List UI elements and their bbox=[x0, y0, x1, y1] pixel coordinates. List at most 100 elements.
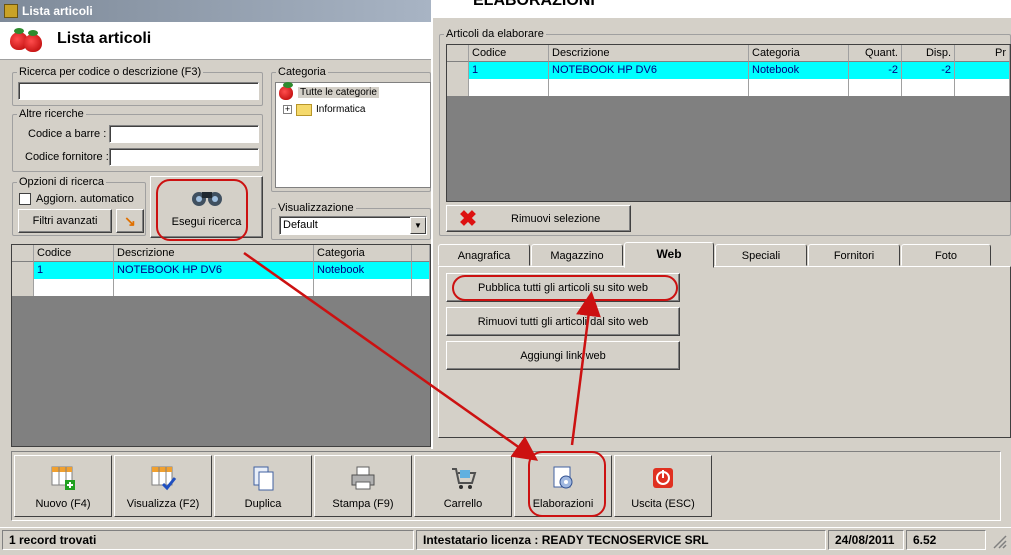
header-band: Lista articoli bbox=[0, 22, 431, 60]
row-indicator bbox=[447, 79, 469, 96]
table-row-empty[interactable] bbox=[447, 79, 1010, 96]
row-indicator bbox=[447, 62, 469, 79]
cell-empty bbox=[114, 279, 314, 296]
cell-category: Notebook bbox=[749, 62, 849, 79]
remove-selection-button[interactable]: ✖ Rimuovi selezione bbox=[446, 205, 631, 232]
cell-empty bbox=[314, 279, 412, 296]
column-header-filler bbox=[412, 245, 430, 262]
tab-web[interactable]: Web bbox=[624, 242, 714, 268]
duplicate-button-label: Duplica bbox=[244, 498, 282, 510]
cell-availability: -2 bbox=[902, 62, 955, 79]
expand-icon[interactable]: + bbox=[283, 105, 292, 114]
page-title: Lista articoli bbox=[57, 30, 152, 47]
cell-code: 1 bbox=[469, 62, 549, 79]
tab-fornitori[interactable]: Fornitori bbox=[808, 244, 900, 266]
column-header-category[interactable]: Categoria bbox=[314, 245, 412, 262]
annotation-circle bbox=[452, 275, 678, 301]
tree-item-informatica[interactable]: Informatica bbox=[316, 104, 365, 115]
column-header-description[interactable]: Descrizione bbox=[549, 45, 749, 62]
view-select[interactable]: Default ▼ bbox=[279, 216, 427, 235]
cart-button[interactable]: Carrello bbox=[414, 455, 512, 517]
cell-filler bbox=[412, 279, 430, 296]
table-row[interactable]: 1 NOTEBOOK HP DV6 Notebook -2 -2 bbox=[447, 62, 1010, 79]
row-indicator-header bbox=[447, 45, 469, 62]
column-header-code[interactable]: Codice bbox=[34, 245, 114, 262]
row-indicator bbox=[12, 262, 34, 279]
resize-grip-icon[interactable] bbox=[990, 532, 1008, 550]
elaborazioni-title: ELABORAZIONI bbox=[473, 0, 595, 9]
shopping-cart-icon bbox=[452, 468, 477, 489]
record-count: 1 record trovati bbox=[2, 530, 414, 550]
cell-empty bbox=[469, 79, 549, 96]
table-row[interactable]: 1 NOTEBOOK HP DV6 Notebook bbox=[12, 262, 430, 279]
table-header: Codice Descrizione Categoria bbox=[12, 245, 430, 262]
filter-arrow-button[interactable]: ↘ bbox=[116, 209, 144, 233]
status-date: 24/08/2011 bbox=[828, 530, 904, 550]
chevron-down-icon[interactable]: ▼ bbox=[410, 217, 426, 234]
cell-code: 1 bbox=[34, 262, 114, 279]
articles-to-process-label: Articoli da elaborare bbox=[446, 28, 544, 40]
printer-icon bbox=[351, 466, 375, 490]
cell-filler bbox=[412, 262, 430, 279]
cell-empty bbox=[955, 79, 1010, 96]
table-row-empty[interactable] bbox=[12, 279, 430, 296]
row-indicator bbox=[12, 279, 34, 296]
view-grid-icon bbox=[151, 466, 177, 491]
view-button-label: Visualizza (F2) bbox=[126, 498, 200, 510]
barcode-label: Codice a barre : bbox=[28, 128, 107, 140]
supplier-code-input[interactable] bbox=[109, 148, 259, 166]
column-header-description[interactable]: Descrizione bbox=[114, 245, 314, 262]
column-header-price[interactable]: Pr bbox=[955, 45, 1010, 62]
add-web-link-button[interactable]: Aggiungi link web bbox=[446, 341, 680, 370]
orange-arrow-icon: ↘ bbox=[124, 212, 136, 229]
cart-button-label: Carrello bbox=[443, 498, 483, 510]
annotation-circle bbox=[528, 451, 606, 517]
cell-empty bbox=[902, 79, 955, 96]
remove-all-web-button[interactable]: Rimuovi tutti gli articoli dal sito web bbox=[446, 307, 680, 336]
table-header: Codice Descrizione Categoria Quant. Disp… bbox=[447, 45, 1010, 62]
auto-update-checkbox[interactable] bbox=[19, 193, 31, 205]
new-grid-icon bbox=[51, 466, 75, 490]
window-titlebar[interactable]: Lista articoli bbox=[0, 0, 431, 22]
strawberry-icon bbox=[24, 30, 42, 52]
category-label: Categoria bbox=[278, 66, 326, 78]
articles-table[interactable]: Codice Descrizione Categoria 1 NOTEBOOK … bbox=[11, 244, 431, 447]
search-options-label: Opzioni di ricerca bbox=[19, 176, 104, 188]
tab-foto[interactable]: Foto bbox=[901, 244, 991, 266]
tree-item-all-categories[interactable]: Tutte le categorie bbox=[298, 87, 379, 98]
new-button[interactable]: Nuovo (F4) bbox=[14, 455, 112, 517]
row-indicator-header bbox=[12, 245, 34, 262]
cell-empty bbox=[749, 79, 849, 96]
column-header-category[interactable]: Categoria bbox=[749, 45, 849, 62]
barcode-input[interactable] bbox=[109, 125, 259, 143]
red-x-icon: ✖ bbox=[458, 205, 478, 231]
tab-speciali[interactable]: Speciali bbox=[715, 244, 807, 266]
column-header-code[interactable]: Codice bbox=[469, 45, 549, 62]
tab-magazzino[interactable]: Magazzino bbox=[531, 244, 623, 266]
other-search-label: Altre ricerche bbox=[19, 108, 84, 120]
column-header-availability[interactable]: Disp. bbox=[902, 45, 955, 62]
supplier-code-label: Codice fornitore : bbox=[25, 151, 109, 163]
duplicate-icon bbox=[253, 466, 274, 491]
folder-icon bbox=[296, 104, 312, 116]
code-desc-search-label: Ricerca per codice o descrizione (F3) bbox=[19, 66, 202, 78]
app-version: 6.52 bbox=[906, 530, 986, 550]
remove-selection-label: Rimuovi selezione bbox=[511, 212, 601, 225]
cell-price bbox=[955, 62, 1010, 79]
power-icon bbox=[653, 468, 673, 488]
cell-description: NOTEBOOK HP DV6 bbox=[114, 262, 314, 279]
tab-anagrafica[interactable]: Anagrafica bbox=[438, 244, 530, 266]
view-button[interactable]: Visualizza (F2) bbox=[114, 455, 212, 517]
cell-empty bbox=[549, 79, 749, 96]
articles-to-process-table[interactable]: Codice Descrizione Categoria Quant. Disp… bbox=[446, 44, 1011, 202]
column-header-quantity[interactable]: Quant. bbox=[849, 45, 902, 62]
annotation-circle bbox=[156, 179, 248, 241]
duplicate-button[interactable]: Duplica bbox=[214, 455, 312, 517]
exit-button[interactable]: Uscita (ESC) bbox=[614, 455, 712, 517]
cell-empty bbox=[849, 79, 902, 96]
category-tree[interactable]: Tutte le categorie + Informatica bbox=[275, 82, 431, 188]
print-button[interactable]: Stampa (F9) bbox=[314, 455, 412, 517]
cell-description: NOTEBOOK HP DV6 bbox=[549, 62, 749, 79]
advanced-filters-button[interactable]: Filtri avanzati bbox=[18, 209, 112, 233]
code-desc-search-input[interactable] bbox=[18, 82, 259, 100]
